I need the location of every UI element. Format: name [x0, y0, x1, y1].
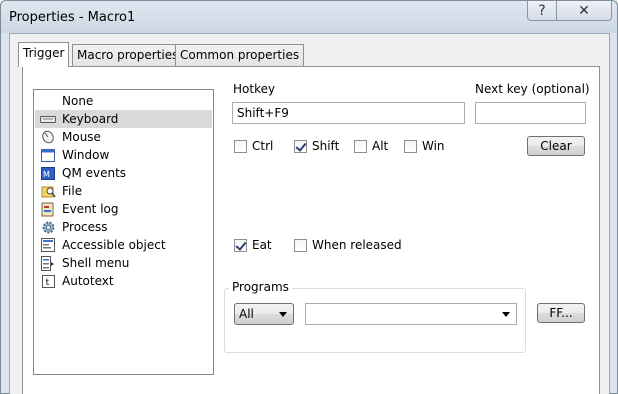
trigger-item-label: Accessible object	[62, 238, 166, 252]
tab-macro-properties-label: Macro properties	[77, 48, 179, 62]
trigger-item-label: QM events	[62, 166, 127, 180]
clear-button-label: Clear	[540, 139, 572, 153]
keyboard-icon	[40, 112, 56, 127]
programs-group-label: Programs	[229, 280, 292, 294]
eat-checkbox-label: Eat	[252, 238, 272, 252]
ff-button[interactable]: FF...	[537, 303, 585, 323]
window-icon	[40, 148, 56, 163]
shell-menu-icon	[40, 255, 56, 271]
trigger-item-label: Mouse	[62, 130, 101, 144]
tab-common-properties-label: Common properties	[180, 48, 300, 62]
alt-checkbox[interactable]: Alt	[354, 138, 388, 154]
svg-text:t: t	[45, 278, 49, 288]
trigger-type-list[interactable]: None Keyboard Mouse Window M QM events F…	[33, 89, 214, 375]
trigger-item-label: Event log	[62, 202, 119, 216]
trigger-item-label: Keyboard	[62, 112, 119, 126]
accessible-object-icon	[40, 238, 56, 253]
ctrl-checkbox-label: Ctrl	[252, 139, 274, 153]
trigger-item-label: Process	[62, 220, 108, 234]
autotext-icon: t	[40, 274, 56, 289]
eat-checkbox[interactable]: Eat	[234, 237, 272, 253]
trigger-item-accessible-object[interactable]: Accessible object	[35, 236, 212, 254]
close-icon: ✕	[578, 2, 590, 19]
ff-button-label: FF...	[549, 306, 573, 320]
trigger-item-process[interactable]: Process	[35, 218, 212, 236]
ctrl-checkbox-box[interactable]	[234, 139, 247, 153]
alt-checkbox-box[interactable]	[354, 139, 367, 153]
help-icon: ?	[538, 2, 546, 19]
tab-common-properties[interactable]: Common properties	[175, 44, 305, 66]
ctrl-checkbox[interactable]: Ctrl	[234, 138, 273, 154]
shift-checkbox[interactable]: Shift	[294, 138, 339, 154]
trigger-item-file[interactable]: File	[35, 182, 212, 200]
eat-checkbox-box[interactable]	[234, 238, 247, 252]
trigger-item-label: Window	[62, 148, 110, 162]
title-bar[interactable]: Properties - Macro1 ? ✕	[1, 1, 617, 33]
trigger-item-label: Shell menu	[62, 256, 130, 270]
win-checkbox-box[interactable]	[404, 139, 417, 153]
when-released-checkbox-label: When released	[312, 238, 402, 252]
trigger-item-mouse[interactable]: Mouse	[35, 128, 212, 146]
dialog-client-area: Trigger Macro properties Common properti…	[9, 33, 610, 394]
hotkey-label: Hotkey	[233, 82, 276, 96]
file-search-icon	[40, 184, 56, 199]
win-checkbox-label: Win	[422, 139, 445, 153]
next-key-input[interactable]	[475, 102, 586, 124]
trigger-item-qm-events[interactable]: M QM events	[35, 164, 212, 182]
when-released-checkbox[interactable]: When released	[294, 237, 402, 253]
properties-dialog: Properties - Macro1 ? ✕ Trigger Macro pr…	[0, 0, 618, 394]
trigger-item-label: File	[62, 184, 83, 198]
programs-scope-dropdown[interactable]: All	[234, 303, 294, 325]
hotkey-input[interactable]	[232, 102, 465, 124]
tab-macro-properties[interactable]: Macro properties	[72, 44, 184, 66]
win-checkbox[interactable]: Win	[404, 138, 445, 154]
tab-trigger-label: Trigger	[23, 46, 65, 60]
shift-checkbox-label: Shift	[312, 139, 340, 153]
trigger-item-shell-menu[interactable]: Shell menu	[35, 254, 212, 272]
programs-select-dropdown[interactable]	[305, 303, 517, 325]
mouse-icon	[40, 130, 56, 145]
process-gear-icon	[40, 220, 56, 235]
chevron-down-icon	[502, 312, 510, 317]
programs-scope-value: All	[239, 307, 254, 321]
alt-checkbox-label: Alt	[372, 139, 389, 153]
next-key-label: Next key (optional)	[475, 82, 590, 96]
trigger-item-keyboard[interactable]: Keyboard	[35, 110, 212, 128]
tab-trigger[interactable]: Trigger	[18, 42, 70, 67]
trigger-item-label: None	[62, 94, 94, 108]
trigger-item-label: Autotext	[62, 274, 114, 288]
trigger-item-none[interactable]: None	[35, 92, 212, 110]
help-button[interactable]: ?	[527, 1, 557, 21]
trigger-item-window[interactable]: Window	[35, 146, 212, 164]
clear-button[interactable]: Clear	[527, 136, 585, 156]
trigger-item-event-log[interactable]: Event log	[35, 200, 212, 218]
window-title: Properties - Macro1	[9, 10, 136, 25]
trigger-item-autotext[interactable]: t Autotext	[35, 272, 212, 290]
trigger-tab-panel: None Keyboard Mouse Window M QM events F…	[22, 66, 600, 394]
blank-icon	[40, 94, 56, 109]
qm-events-icon: M	[40, 166, 56, 181]
close-button[interactable]: ✕	[556, 1, 612, 21]
svg-text:M: M	[43, 170, 50, 179]
shift-checkbox-box[interactable]	[294, 139, 307, 153]
when-released-checkbox-box[interactable]	[294, 238, 307, 252]
event-log-icon	[40, 202, 56, 217]
chevron-down-icon	[279, 312, 287, 317]
